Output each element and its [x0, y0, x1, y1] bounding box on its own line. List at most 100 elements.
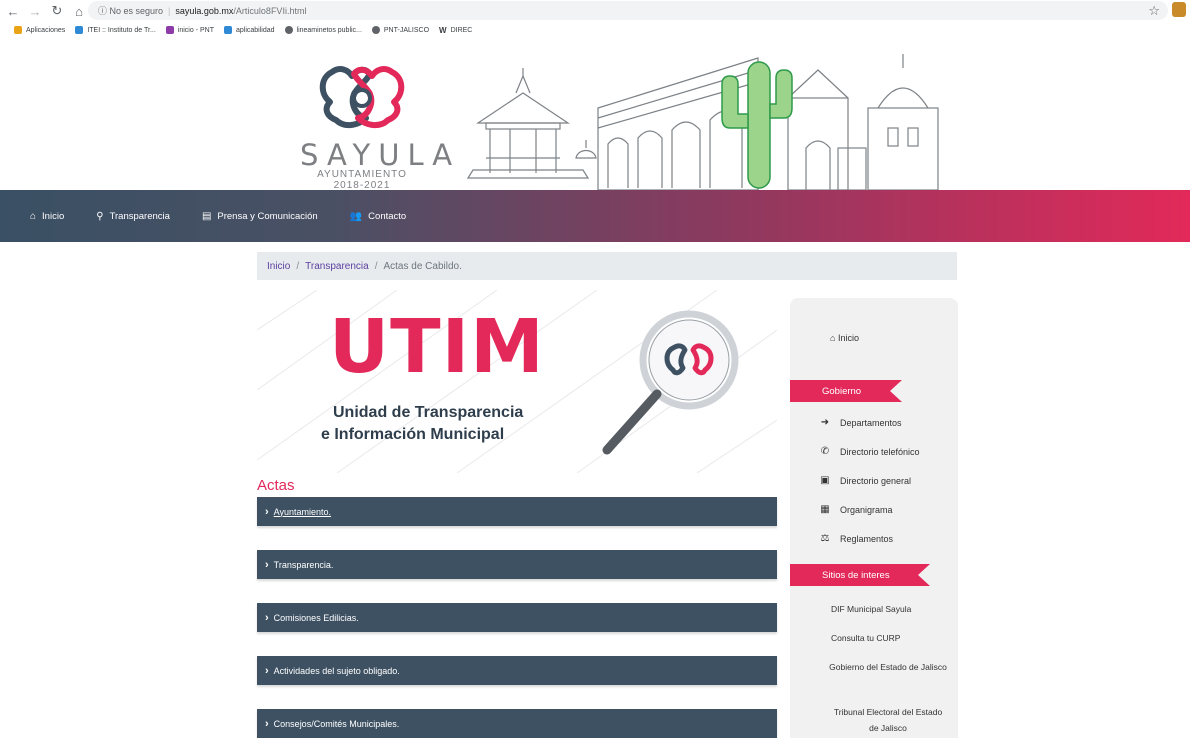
accordion-label: Ayuntamiento. [273, 506, 332, 517]
extension-icon[interactable] [1172, 2, 1186, 17]
accordion-transparencia[interactable]: › Transparencia. [257, 550, 777, 579]
sidebar-organigrama[interactable]: ▦ Organigrama [818, 504, 893, 515]
sidebar-link-label: Directorio general [840, 475, 912, 486]
ribbon-label: Gobierno [822, 385, 862, 397]
chevron-right-icon: › [265, 611, 269, 624]
accordion-label: Actividades del sujeto obligado. [273, 665, 400, 676]
bookmark-aplicabilidad[interactable]: aplicabilidad [223, 26, 275, 34]
bookmark-aplicaciones[interactable]: Aplicaciones [14, 26, 65, 34]
accordion-comisiones[interactable]: › Comisiones Edilicias. [257, 603, 777, 632]
back-icon[interactable]: ← [4, 4, 22, 19]
chevron-right-icon: › [265, 558, 269, 571]
w-icon: W [439, 26, 447, 35]
scale-icon: ⚖ [820, 533, 830, 544]
chevron-right-icon: › [265, 505, 269, 518]
sidebar-departamentos[interactable]: ➜ Departamentos [818, 417, 902, 428]
magnifier-logo [602, 310, 739, 455]
sidebar-site-dif[interactable]: DIF Municipal Sayula [831, 601, 911, 617]
home-icon: ⌂ [830, 333, 836, 343]
security-label[interactable]: No es seguro [110, 6, 164, 16]
apps-grid-icon [14, 26, 22, 34]
utim-word: UTIM [329, 304, 545, 390]
building-icon: ▦ [820, 504, 830, 515]
accordion-label: Transparencia. [273, 559, 334, 570]
brand-name: SAYULA [300, 138, 461, 172]
sidebar-sitios-heading: Sitios de interes [790, 564, 930, 586]
bookmark-label: ITEI :: Instituto de Tr... [87, 26, 156, 34]
chevron-right-icon: › [265, 717, 269, 730]
bookmark-label: Aplicaciones [26, 26, 66, 34]
globe-icon [371, 26, 380, 34]
sidebar-inicio[interactable]: ⌂ Inicio [830, 333, 859, 343]
utim-line1: Unidad de Transparencia [333, 404, 524, 421]
sidebar-link-label: Departamentos [840, 417, 902, 428]
sidebar-site-tribunal[interactable]: Tribunal Electoral del Estado de Jalisco [828, 704, 948, 736]
sidebar-directorio-general[interactable]: ▣ Directorio general [818, 475, 911, 486]
bookmark-pnt-jalisco[interactable]: PNT-JALISCO [371, 26, 430, 34]
breadcrumb-section-link[interactable]: Transparencia [305, 261, 369, 272]
utim-banner: UTIM Unidad de Transparencia e Informaci… [257, 290, 777, 473]
sidebar-reglamentos[interactable]: ⚖ Reglamentos [818, 533, 894, 544]
bookmark-label: PNT-JALISCO [383, 26, 430, 34]
breadcrumb-home-link[interactable]: Inicio [267, 261, 290, 272]
browser-toolbar: ← → ↻ ⌂ ⓘ No es seguro | sayula.gob.mx /… [0, 0, 1190, 22]
bookmark-label: lineaminetos public... [296, 26, 362, 34]
accordion-actividades[interactable]: › Actividades del sujeto obligado. [257, 656, 777, 685]
url-separator: | [168, 5, 171, 16]
newspaper-icon: ▤ [201, 210, 212, 222]
bookmarks-bar: Aplicaciones ITEI :: Instituto de Tr... … [0, 22, 1190, 38]
forward-icon[interactable]: → [26, 4, 44, 19]
globe-icon [284, 26, 293, 34]
itei-icon [75, 26, 84, 34]
nav-label: Contacto [368, 210, 407, 222]
bookmark-label: aplicabilidad [235, 26, 275, 34]
phone-icon: ✆ [820, 446, 830, 457]
itei-icon [223, 26, 232, 34]
users-icon: 👥 [349, 210, 363, 222]
bookmark-pnt[interactable]: inicio - PNT [165, 26, 214, 34]
breadcrumb: Inicio / Transparencia / Actas de Cabild… [257, 252, 957, 280]
breadcrumb-separator: / [296, 260, 300, 272]
bookmark-label: inicio - PNT [177, 26, 214, 34]
sidebar-link-label: Organigrama [840, 504, 893, 515]
bookmark-itei[interactable]: ITEI :: Instituto de Tr... [75, 26, 156, 34]
arrow-right-icon: ➜ [820, 417, 830, 428]
nav-label: Inicio [42, 210, 65, 222]
address-bar[interactable]: ⓘ No es seguro | sayula.gob.mx /Articulo… [88, 1, 1168, 20]
url-host[interactable]: sayula.gob.mx [175, 6, 233, 16]
home-browser-icon[interactable]: ⌂ [70, 4, 88, 19]
search-icon: ⚲ [96, 210, 104, 222]
bookmark-label: DIREC [450, 26, 473, 34]
nav-label: Transparencia [109, 210, 170, 222]
nav-contacto[interactable]: 👥 Contacto [350, 211, 406, 222]
chevron-right-icon: › [265, 664, 269, 677]
sidebar-site-curp[interactable]: Consulta tu CURP [831, 630, 900, 646]
bookmark-lineamientos[interactable]: lineaminetos public... [284, 26, 362, 34]
sidebar-site-gobierno-jalisco[interactable]: Gobierno del Estado de Jalisco [828, 659, 948, 675]
breadcrumb-current: Actas de Cabildo. [383, 260, 462, 272]
sidebar-directorio-telefonico[interactable]: ✆ Directorio telefónico [818, 446, 920, 457]
bookmark-direc[interactable]: W DIREC [439, 26, 473, 35]
ribbon-label: Sitios de interes [822, 569, 890, 581]
accordion-consejos[interactable]: › Consejos/Comités Municipales. [257, 709, 777, 738]
town-illustration [466, 54, 939, 190]
info-icon[interactable]: ⓘ [98, 4, 110, 17]
nav-transparencia[interactable]: ⚲ Transparencia [96, 211, 170, 222]
url-path[interactable]: /Articulo8FVIi.html [233, 6, 306, 16]
sidebar-gobierno-heading: Gobierno [790, 380, 902, 402]
document-icon: ▣ [820, 475, 830, 486]
bookmark-star-icon[interactable]: ☆ [1148, 3, 1160, 19]
nav-label: Prensa y Comunicación [217, 210, 318, 222]
nav-inicio[interactable]: ⌂ Inicio [30, 211, 64, 222]
brand-subtitle: AYUNTAMIENTO 2018-2021 [317, 169, 407, 191]
accordion-ayuntamiento[interactable]: › Ayuntamiento. [257, 497, 777, 526]
utim-line2: e Información Municipal [321, 426, 505, 443]
main-nav: ⌂ Inicio ⚲ Transparencia ▤ Prensa y Comunic… [0, 190, 1190, 242]
accordion-label: Consejos/Comités Municipales. [273, 718, 400, 729]
nav-prensa[interactable]: ▤ Prensa y Comunicación [202, 211, 318, 222]
home-icon: ⌂ [30, 210, 37, 222]
reload-icon[interactable]: ↻ [48, 3, 66, 19]
actas-heading: Actas [257, 477, 295, 494]
accordion-label: Comisiones Edilicias. [273, 612, 359, 623]
sidebar-inicio-label: Inicio [837, 333, 859, 343]
